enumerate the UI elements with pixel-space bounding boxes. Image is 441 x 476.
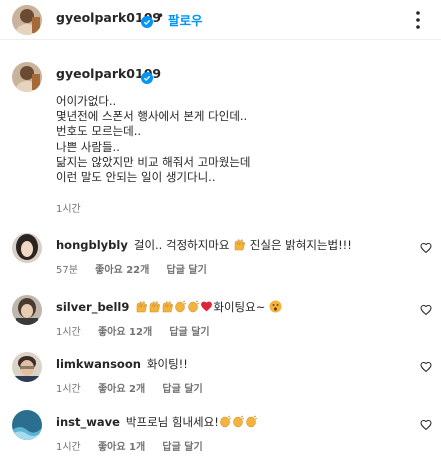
comment-likes[interactable]: 좋아요 1개 (98, 442, 145, 453)
heart-outline-icon[interactable] (420, 301, 432, 316)
comment-text: 진실은 밝혀지는법!!! (249, 238, 352, 252)
post-header: gyeolpark0109 • 팔로우 (0, 0, 441, 40)
raised-hands-icon (161, 300, 174, 316)
raised-hands-icon (233, 238, 246, 254)
verified-badge-icon (141, 68, 153, 87)
comment-timestamp[interactable]: 1시간 (56, 327, 81, 338)
comment-meta: 57분 좋아요 22개 답글 달기 (56, 261, 221, 276)
comment-timestamp[interactable]: 57분 (56, 265, 78, 276)
verified-badge-icon (141, 12, 153, 31)
comment-body: inst_wave 박프로님 힘내세요! (56, 414, 258, 431)
reply-button[interactable]: 답글 달기 (162, 384, 202, 395)
author-avatar[interactable] (12, 62, 42, 92)
comment-likes[interactable]: 좋아요 2개 (98, 384, 145, 395)
surprised-face-icon (269, 300, 282, 316)
heart-outline-icon[interactable] (420, 416, 432, 431)
comment-body: hongblybly 걸이.. 걱정하지마요 진실은 밝혀지는법!!! (56, 237, 352, 254)
comment-text: 화이팅요~ (213, 300, 266, 314)
raised-hands-icon (135, 300, 148, 316)
more-options-icon[interactable] (408, 8, 428, 32)
comment-item: silver_bell9 화이팅요~ 1시간 좋아요 12개 답글 달기 (0, 295, 441, 355)
comment-meta: 1시간 좋아요 12개 답글 달기 (56, 323, 224, 338)
heart-outline-icon[interactable] (420, 239, 432, 254)
comment-timestamp[interactable]: 1시간 (56, 384, 81, 395)
commenter-avatar[interactable] (12, 352, 42, 382)
heart-outline-icon[interactable] (420, 358, 432, 373)
comment-likes[interactable]: 좋아요 22개 (95, 265, 149, 276)
comment-item: hongblybly 걸이.. 걱정하지마요 진실은 밝혀지는법!!! 57분 좋… (0, 233, 441, 293)
clapping-hands-icon (219, 415, 232, 431)
commenter-avatar[interactable] (12, 295, 42, 325)
clapping-hands-icon (187, 300, 200, 316)
comment-item: inst_wave 박프로님 힘내세요! 1시간 좋아요 1개 답글 달기 (0, 410, 441, 470)
comment-item: limkwansoon 화이팅!! 1시간 좋아요 2개 답글 달기 (0, 352, 441, 412)
raised-hands-icon (148, 300, 161, 316)
commenter-username[interactable]: hongblybly (56, 238, 128, 252)
commenter-username[interactable]: limkwansoon (56, 357, 141, 371)
comment-text: 걸이.. 걱정하지마요 (133, 238, 230, 252)
clapping-hands-icon (245, 415, 258, 431)
reply-button[interactable]: 답글 달기 (169, 327, 209, 338)
reply-button[interactable]: 답글 달기 (162, 442, 202, 453)
red-heart-icon (200, 300, 213, 316)
caption-text: 어이가없다.. 몇년전에 스폰서 행사에서 본게 다인데.. 번호도 모르는데.… (56, 94, 251, 185)
clapping-hands-icon (232, 415, 245, 431)
clapping-hands-icon (174, 300, 187, 316)
comment-meta: 1시간 좋아요 2개 답글 달기 (56, 380, 217, 395)
commenter-avatar[interactable] (12, 410, 42, 440)
comment-body: limkwansoon 화이팅!! (56, 356, 188, 372)
follow-button[interactable]: 팔로우 (168, 10, 203, 29)
comment-body: silver_bell9 화이팅요~ (56, 299, 282, 316)
reply-button[interactable]: 답글 달기 (167, 265, 207, 276)
commenter-username[interactable]: silver_bell9 (56, 300, 129, 314)
comment-likes[interactable]: 좋아요 12개 (98, 327, 152, 338)
separator-dot: . (157, 64, 161, 78)
separator-dot: • (157, 9, 165, 23)
caption-timestamp[interactable]: 1시간 (56, 200, 81, 215)
comment-text: 화이팅!! (146, 357, 188, 371)
commenter-avatar[interactable] (12, 233, 42, 263)
comment-text: 박프로님 힘내세요! (125, 415, 219, 429)
author-avatar[interactable] (12, 5, 42, 35)
comment-timestamp[interactable]: 1시간 (56, 442, 81, 453)
comment-meta: 1시간 좋아요 1개 답글 달기 (56, 438, 217, 453)
commenter-username[interactable]: inst_wave (56, 415, 120, 429)
